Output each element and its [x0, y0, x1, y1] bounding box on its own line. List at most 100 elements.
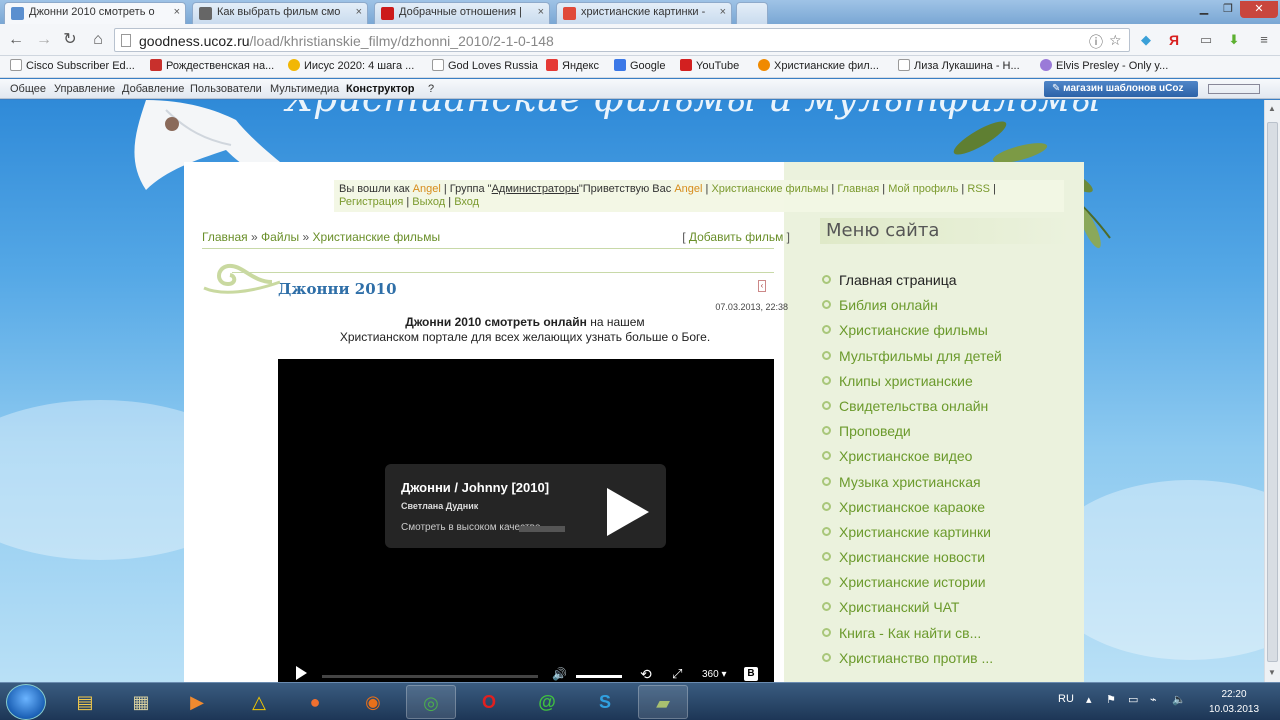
- breadcrumb-files[interactable]: Файлы: [261, 230, 299, 244]
- quality-selector[interactable]: 360 ▾: [702, 669, 727, 680]
- power-icon[interactable]: ⌁: [1150, 693, 1157, 706]
- ucoz-menu-general[interactable]: Общее: [10, 83, 46, 95]
- menu-item[interactable]: Клипы христианские: [820, 373, 1080, 398]
- video-info-card[interactable]: Джонни / Johnny [2010] Светлана Дудник С…: [385, 464, 666, 548]
- scrollbar-thumb[interactable]: [1267, 122, 1278, 662]
- taskbar-opera-icon[interactable]: O: [464, 685, 514, 719]
- tab-kartinki[interactable]: христианские картинки - ×: [556, 2, 732, 24]
- ucoz-menu-multimedia[interactable]: Мультимедиа: [270, 83, 339, 95]
- taskbar-books-icon[interactable]: ▦: [116, 685, 166, 719]
- video-author[interactable]: Светлана Дудник: [401, 501, 478, 511]
- system-clock[interactable]: 22:20 10.03.2013: [1196, 687, 1272, 717]
- reload-icon[interactable]: ↻: [60, 30, 80, 50]
- page-scrollbar[interactable]: ▲ ▼: [1264, 100, 1280, 682]
- url-text[interactable]: goodness.ucoz.ru/load/khristianskie_film…: [139, 33, 554, 49]
- bookmark-item[interactable]: Elvis Presley - Only y...: [1040, 59, 1168, 72]
- close-icon[interactable]: ×: [174, 6, 180, 18]
- taskbar-firefox-icon[interactable]: ◉: [348, 685, 398, 719]
- taskbar-explorer-icon[interactable]: ▤: [60, 685, 110, 719]
- add-film-link[interactable]: Добавить фильм: [689, 230, 783, 244]
- tray-app-icon[interactable]: ▭: [1128, 693, 1138, 706]
- menu-item[interactable]: Христианские картинки: [820, 524, 1080, 549]
- ucoz-bar-slider[interactable]: [1208, 84, 1260, 94]
- maximize-button[interactable]: ❐: [1216, 1, 1240, 18]
- menu-item[interactable]: Христианские новости: [820, 549, 1080, 574]
- video-title[interactable]: Джонни / Johnny [2010]: [401, 480, 549, 495]
- group-link[interactable]: Администраторы: [492, 183, 579, 195]
- taskbar-app-icon[interactable]: △: [234, 685, 284, 719]
- back-icon[interactable]: ←: [6, 30, 26, 50]
- menu-icon[interactable]: ≡: [1254, 30, 1274, 50]
- userbar-link-login[interactable]: Вход: [454, 196, 479, 208]
- bookmark-item[interactable]: Христианские фил...: [758, 59, 879, 72]
- action-center-flag-icon[interactable]: ⚑: [1106, 693, 1116, 706]
- share-icon[interactable]: ‹: [758, 280, 766, 292]
- menu-item[interactable]: Книга - Как найти св...: [820, 625, 1080, 650]
- userbar-link-logout[interactable]: Выход: [412, 196, 445, 208]
- info-icon[interactable]: ⓘ: [1089, 32, 1103, 52]
- menu-item[interactable]: Христианские истории: [820, 574, 1080, 599]
- tab-dzhonni[interactable]: Джонни 2010 смотреть о ×: [4, 2, 186, 24]
- close-icon[interactable]: ×: [720, 6, 726, 18]
- vk-logo-icon[interactable]: В: [744, 667, 758, 681]
- start-button[interactable]: [6, 684, 46, 720]
- new-tab-button[interactable]: [736, 2, 768, 24]
- fullscreen-icon[interactable]: ⤢: [672, 666, 682, 682]
- userbar-link-profile[interactable]: Мой профиль: [888, 183, 958, 195]
- menu-item[interactable]: Христианское видео: [820, 448, 1080, 473]
- menu-item[interactable]: Проповеди: [820, 423, 1080, 448]
- window-close-button[interactable]: ✕: [1240, 1, 1278, 18]
- play-icon[interactable]: [607, 488, 649, 536]
- taskbar-paint-icon[interactable]: ●: [290, 685, 340, 719]
- forward-icon[interactable]: →: [34, 30, 54, 50]
- volume-icon[interactable]: 🔈: [1172, 693, 1186, 706]
- download-icon[interactable]: ⬇: [1224, 30, 1244, 50]
- scroll-up-icon[interactable]: ▲: [1268, 104, 1276, 113]
- ucoz-menu-manage[interactable]: Управление: [54, 83, 115, 95]
- taskbar-app-window-icon[interactable]: ▰: [638, 685, 688, 719]
- close-icon[interactable]: ×: [356, 6, 362, 18]
- tab-kak-vybrat[interactable]: Как выбрать фильм смо ×: [192, 2, 368, 24]
- menu-item[interactable]: Христианское караоке: [820, 499, 1080, 524]
- username-link[interactable]: Angel: [413, 183, 441, 195]
- entry-title[interactable]: Джонни 2010: [278, 280, 397, 298]
- menu-item[interactable]: Библия онлайн: [820, 297, 1080, 322]
- ucoz-menu-add[interactable]: Добавление: [122, 83, 184, 95]
- close-icon[interactable]: ×: [538, 6, 544, 18]
- home-icon[interactable]: ⌂: [88, 30, 108, 50]
- userbar-link-register[interactable]: Регистрация: [339, 196, 403, 208]
- userbar-link-home[interactable]: Главная: [837, 183, 879, 195]
- bookmark-item[interactable]: God Loves Russia: [432, 59, 538, 72]
- bookmark-item[interactable]: Лиза Лукашина - Н...: [898, 59, 1020, 72]
- taskbar-skype-icon[interactable]: S: [580, 685, 630, 719]
- userbar-link-rss[interactable]: RSS: [967, 183, 990, 195]
- volume-slider[interactable]: [576, 675, 622, 678]
- ucoz-menu-users[interactable]: Пользователи: [190, 83, 262, 95]
- breadcrumb-films[interactable]: Христианские фильмы: [313, 230, 441, 244]
- tray-expand-icon[interactable]: ▴: [1086, 693, 1092, 706]
- menu-item[interactable]: Христианский ЧАТ: [820, 599, 1080, 624]
- menu-item[interactable]: Мультфильмы для детей: [820, 348, 1080, 373]
- ucoz-menu-help[interactable]: ?: [428, 83, 434, 95]
- bookmark-item[interactable]: YouTube: [680, 59, 739, 72]
- taskbar-chrome-icon[interactable]: ◎: [406, 685, 456, 719]
- menu-item[interactable]: Свидетельства онлайн: [820, 398, 1080, 423]
- loop-icon[interactable]: ⟲: [640, 666, 652, 683]
- userbar-link-films[interactable]: Христианские фильмы: [711, 183, 828, 195]
- bookmark-star-icon[interactable]: ☆: [1109, 32, 1122, 49]
- bookmark-item[interactable]: Cisco Subscriber Ed...: [10, 59, 135, 72]
- extension-icon[interactable]: ◆: [1136, 30, 1156, 50]
- volume-icon[interactable]: 🔊: [552, 667, 567, 681]
- scroll-down-icon[interactable]: ▼: [1268, 668, 1276, 677]
- menu-item[interactable]: Главная страница: [820, 272, 1080, 297]
- bookmark-item[interactable]: Яндекс: [546, 59, 599, 72]
- address-bar[interactable]: goodness.ucoz.ru/load/khristianskie_film…: [114, 28, 1130, 52]
- language-indicator[interactable]: RU: [1058, 693, 1074, 705]
- video-progress-bar[interactable]: [322, 675, 538, 678]
- bookmark-item[interactable]: Google: [614, 59, 665, 72]
- yandex-bar-icon[interactable]: Я: [1164, 30, 1184, 50]
- bookmark-item[interactable]: Рождественская на...: [150, 59, 274, 72]
- taskbar-media-player-icon[interactable]: ▶: [172, 685, 222, 719]
- menu-item[interactable]: Христианство против ...: [820, 650, 1080, 675]
- menu-item[interactable]: Христианские фильмы: [820, 322, 1080, 347]
